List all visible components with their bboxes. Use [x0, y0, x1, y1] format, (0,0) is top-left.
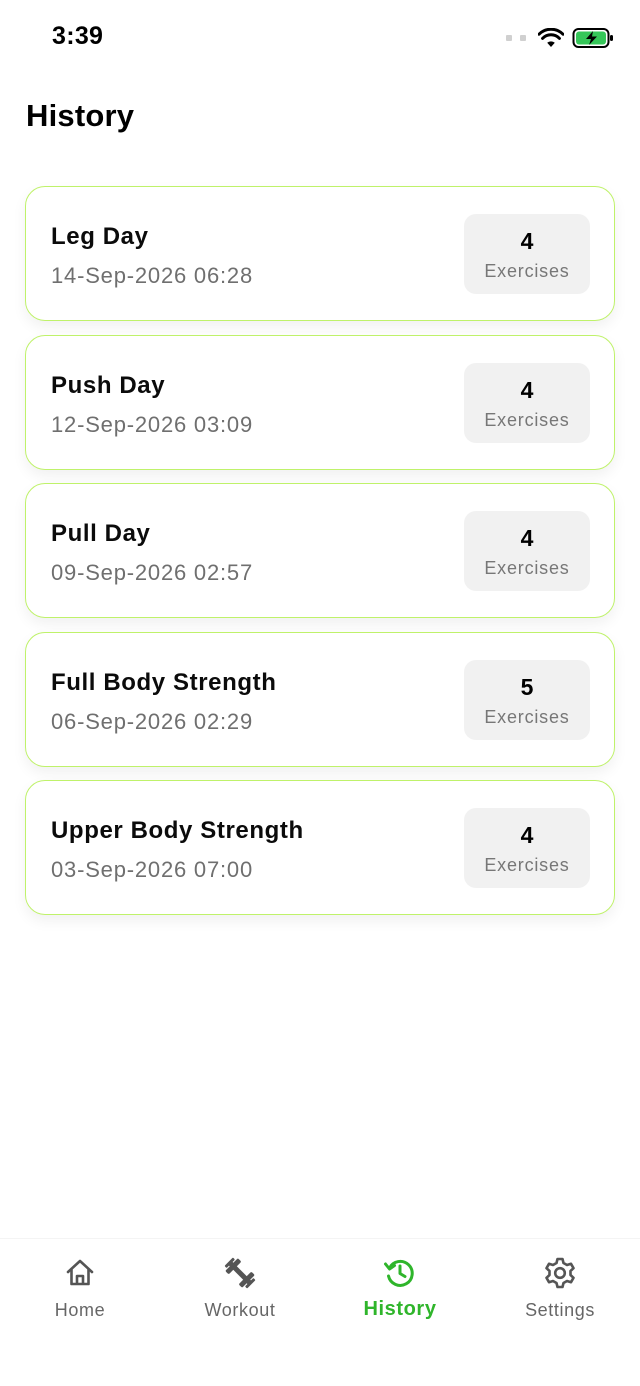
dumbbell-icon — [224, 1257, 256, 1289]
workout-card[interactable]: Upper Body Strength 03-Sep-2026 07:00 4 … — [25, 780, 615, 915]
workout-card[interactable]: Leg Day 14-Sep-2026 06:28 4 Exercises — [25, 186, 615, 321]
workout-card[interactable]: Push Day 12-Sep-2026 03:09 4 Exercises — [25, 334, 615, 470]
tab-settings[interactable]: Settings — [480, 1239, 640, 1349]
workout-date: 12-Sep-2026 03:09 — [51, 411, 253, 437]
workout-name: Full Body Strength — [51, 668, 277, 696]
battery-charging-icon — [572, 28, 613, 48]
tab-workout[interactable]: Workout — [160, 1239, 320, 1349]
workout-name: Push Day — [51, 371, 166, 399]
exercise-count-badge: 5 Exercises — [464, 659, 590, 740]
status-time: 3:39 — [52, 22, 104, 50]
tab-home[interactable]: Home — [0, 1239, 160, 1349]
exercise-count-label: Exercises — [484, 558, 570, 578]
wifi-icon — [538, 28, 564, 47]
home-icon — [66, 1259, 94, 1286]
workout-card[interactable]: Pull Day 09-Sep-2026 02:57 4 Exercises — [25, 483, 615, 618]
exercise-count-label: Exercises — [484, 706, 570, 727]
page-title: History — [26, 98, 135, 133]
exercise-count: 5 — [520, 673, 534, 700]
exercise-count-badge: 4 Exercises — [464, 808, 590, 888]
workout-date: 14-Sep-2026 06:28 — [51, 263, 253, 288]
workout-name: Pull Day — [51, 520, 151, 547]
workout-card[interactable]: Full Body Strength 06-Sep-2026 02:29 5 E… — [25, 631, 615, 767]
workout-history-list: Leg Day 14-Sep-2026 06:28 4 Exercises Pu… — [25, 186, 615, 929]
exercise-count: 4 — [520, 228, 534, 254]
exercise-count: 4 — [520, 376, 534, 403]
exercise-count: 4 — [520, 525, 534, 551]
exercise-count-badge: 4 Exercises — [464, 362, 590, 443]
workout-name: Leg Day — [51, 223, 149, 250]
exercise-count-label: Exercises — [484, 855, 570, 875]
tab-label: Workout — [204, 1300, 276, 1320]
tab-label: History — [363, 1298, 437, 1320]
workout-name: Upper Body Strength — [51, 817, 304, 844]
workout-date: 03-Sep-2026 07:00 — [51, 857, 253, 882]
exercise-count-label: Exercises — [484, 409, 570, 430]
workout-date: 06-Sep-2026 02:29 — [51, 708, 253, 734]
cellular-signal-icon — [506, 35, 526, 41]
exercise-count-badge: 4 Exercises — [464, 214, 590, 294]
exercise-count: 4 — [520, 822, 534, 848]
workout-date: 09-Sep-2026 02:57 — [51, 560, 253, 585]
exercise-count-badge: 4 Exercises — [464, 511, 590, 591]
status-icons — [506, 25, 614, 51]
tab-history[interactable]: History — [320, 1239, 480, 1349]
bottom-tab-bar: Home Workout History Settings — [0, 1238, 640, 1386]
tab-label: Settings — [525, 1300, 595, 1320]
status-bar: 3:39 — [0, 0, 640, 78]
gear-icon — [545, 1257, 575, 1289]
tab-label: Home — [54, 1300, 106, 1320]
exercise-count-label: Exercises — [484, 261, 570, 281]
history-icon — [384, 1259, 414, 1287]
